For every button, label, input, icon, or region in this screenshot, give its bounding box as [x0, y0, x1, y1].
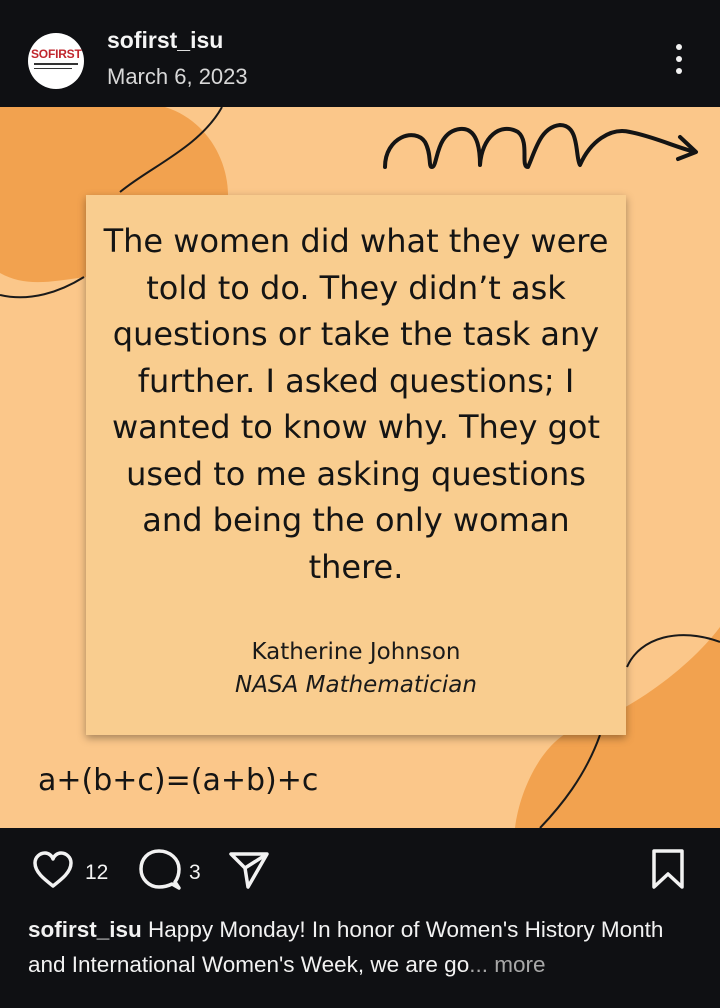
caption-more-link[interactable]: more [488, 952, 545, 977]
caption-ellipsis: ... [469, 952, 488, 977]
caption-username[interactable]: sofirst_isu [28, 917, 142, 942]
comment-count: 3 [189, 861, 201, 884]
comment-icon[interactable] [138, 848, 182, 892]
quote-author-role: NASA Mathematician [235, 672, 477, 698]
post-header: SOFIRST sofirst_isu March 6, 2023 [0, 0, 720, 107]
more-options-icon[interactable] [664, 40, 694, 78]
share-icon[interactable] [228, 850, 270, 890]
quote-text: The women did what they were told to do.… [103, 222, 609, 586]
quote-card: The women did what they were told to do.… [86, 195, 626, 735]
like-count: 12 [85, 861, 109, 884]
squiggle-arrow-icon [383, 123, 698, 169]
post-date: March 6, 2023 [107, 64, 248, 89]
post-image[interactable]: The women did what they were told to do.… [0, 107, 720, 828]
avatar-logo-line [34, 63, 78, 65]
post-caption: sofirst_isu Happy Monday! In honor of Wo… [28, 912, 698, 982]
avatar-logo-line [34, 68, 72, 69]
post-username[interactable]: sofirst_isu [107, 27, 223, 54]
avatar-logo-text: SOFIRST [31, 47, 82, 61]
heart-icon[interactable] [32, 850, 74, 890]
action-bar: 12 3 [0, 828, 720, 908]
quote-author: Katherine Johnson [251, 639, 461, 665]
avatar[interactable]: SOFIRST [28, 33, 84, 89]
bookmark-icon[interactable] [650, 848, 686, 890]
